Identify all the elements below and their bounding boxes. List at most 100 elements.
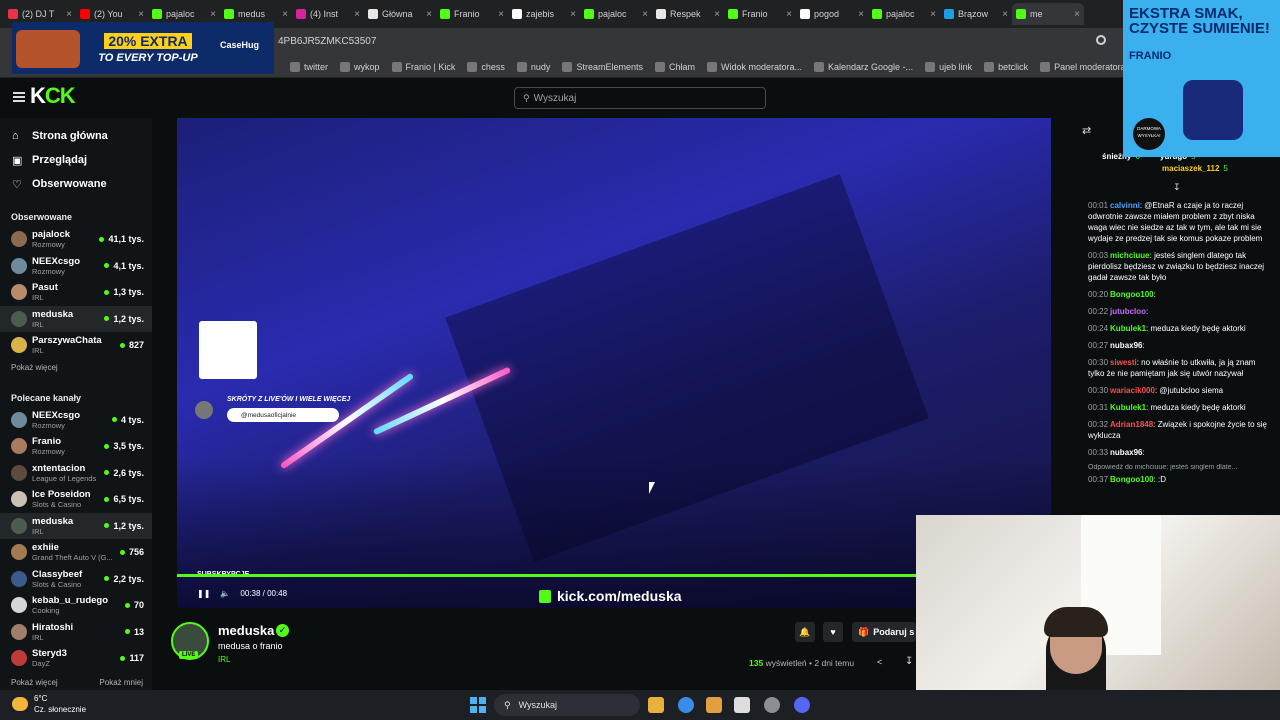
close-icon[interactable]: × bbox=[570, 9, 576, 20]
franio-ad[interactable]: EKSTRA SMAK, CZYSTE SUMIENIE! FRANIO DAR… bbox=[1123, 0, 1280, 157]
search-input[interactable]: ⚲ Wyszukaj bbox=[514, 87, 766, 109]
close-icon[interactable]: × bbox=[354, 9, 360, 20]
start-button[interactable] bbox=[470, 697, 486, 713]
close-icon[interactable]: × bbox=[1002, 9, 1008, 20]
chat-username[interactable]: Bongoo100 bbox=[1110, 475, 1154, 484]
bookmark-item[interactable]: Widok moderatora... bbox=[706, 61, 802, 72]
close-icon[interactable]: × bbox=[426, 9, 432, 20]
close-icon[interactable]: × bbox=[858, 9, 864, 20]
kick-logo[interactable]: KCK bbox=[30, 83, 76, 109]
browser-tab[interactable]: pajaloc × bbox=[868, 3, 940, 25]
bookmark-item[interactable]: nudy bbox=[516, 61, 550, 72]
close-icon[interactable]: × bbox=[210, 9, 216, 20]
browser-tab[interactable]: pajaloc × bbox=[580, 3, 652, 25]
bookmark-item[interactable]: Chłam bbox=[654, 61, 695, 72]
browser-tab[interactable]: Franio × bbox=[724, 3, 796, 25]
sidebar-channel-exhiie[interactable]: exhiie Grand Theft Auto V (G... 756 bbox=[0, 539, 152, 566]
chat-username[interactable]: siwesti bbox=[1110, 358, 1137, 367]
chat-username[interactable]: Kubulek1 bbox=[1110, 324, 1146, 333]
sidebar-channel-xntentacion[interactable]: xntentacion League of Legends 2,6 tys. bbox=[0, 460, 152, 487]
sidebar-channel-parszywachata[interactable]: ParszywaChata IRL 827 bbox=[0, 332, 152, 359]
sidebar-channel-steryd3[interactable]: Steryd3 DayZ 117 bbox=[0, 645, 152, 672]
file-explorer-icon[interactable] bbox=[648, 697, 664, 713]
casehug-ad-banner[interactable]: 20% EXTRA TO EVERY TOP-UP CaseHug bbox=[12, 22, 274, 74]
download-icon[interactable]: ↧ bbox=[905, 656, 913, 667]
channel-name[interactable]: meduska bbox=[218, 623, 274, 638]
bookmark-item[interactable]: Franio | Kick bbox=[391, 61, 455, 72]
category-link[interactable]: IRL bbox=[218, 655, 230, 664]
bookmark-item[interactable]: ujeb link bbox=[925, 61, 972, 72]
pause-icon[interactable]: ❚❚ bbox=[197, 589, 210, 598]
follow-heart-button[interactable]: ♥ bbox=[823, 622, 843, 642]
chat-username[interactable]: nubax96 bbox=[1110, 341, 1142, 350]
url-text[interactable]: 4PB6JR5ZMKC53507 bbox=[278, 36, 376, 47]
nav-item[interactable]: ♡ Obserwowane bbox=[0, 172, 152, 196]
chat-username[interactable]: nubax96 bbox=[1110, 448, 1142, 457]
sidebar-channel-hiratoshi[interactable]: Hiratoshi IRL 13 bbox=[0, 619, 152, 646]
close-icon[interactable]: × bbox=[498, 9, 504, 20]
app-icon[interactable] bbox=[706, 697, 722, 713]
close-icon[interactable]: × bbox=[930, 9, 936, 20]
close-icon[interactable]: × bbox=[66, 9, 72, 20]
discord-icon[interactable] bbox=[794, 697, 810, 713]
bookmark-item[interactable]: wykop bbox=[340, 61, 380, 72]
browser-tab[interactable]: Franio × bbox=[436, 3, 508, 25]
show-less-recommended[interactable]: Pokaż mniej bbox=[99, 678, 143, 687]
sidebar-channel-neexcsgo[interactable]: NEEXcsgo Rozmowy 4,1 tys. bbox=[0, 253, 152, 280]
bookmark-item[interactable]: twitter bbox=[290, 61, 328, 72]
viewer-count-value: 41,1 tys. bbox=[108, 234, 144, 245]
chat-username[interactable]: jutubcloo bbox=[1110, 307, 1146, 316]
sidebar-channel-meduska[interactable]: meduska IRL 1,2 tys. bbox=[0, 305, 152, 332]
show-more-recommended[interactable]: Pokaż więcej bbox=[11, 678, 58, 687]
close-icon[interactable]: × bbox=[714, 9, 720, 20]
collapse-chat-icon[interactable]: ⇄ bbox=[1082, 124, 1091, 137]
sidebar-channel-meduska[interactable]: meduska IRL 1,2 tys. bbox=[0, 512, 152, 539]
bookmark-item[interactable]: chess bbox=[467, 61, 505, 72]
sidebar-channel-pasut[interactable]: Pasut IRL 1,3 tys. bbox=[0, 279, 152, 306]
browser-tab[interactable]: Respek × bbox=[652, 3, 724, 25]
close-icon[interactable]: × bbox=[138, 9, 144, 20]
browser-tab[interactable]: pogod × bbox=[796, 3, 868, 25]
hamburger-menu-icon[interactable] bbox=[13, 92, 25, 102]
sidebar-channel-pajalock[interactable]: pajalock Rozmowy 41,1 tys. bbox=[0, 226, 152, 253]
show-more-followed[interactable]: Pokaż więcej bbox=[0, 363, 152, 377]
chat-username[interactable]: wariacik000 bbox=[1110, 386, 1155, 395]
notifications-bell-button[interactable]: 🔔 bbox=[795, 622, 815, 642]
close-icon[interactable]: × bbox=[642, 9, 648, 20]
tab-favicon-icon bbox=[800, 9, 810, 19]
browser-tab[interactable]: Brązow × bbox=[940, 3, 1012, 25]
chrome-icon[interactable] bbox=[678, 697, 694, 713]
chat-username[interactable]: michciuue bbox=[1110, 251, 1150, 260]
close-icon[interactable]: × bbox=[1074, 9, 1080, 20]
browser-tab[interactable]: me × bbox=[1012, 3, 1084, 25]
nav-item[interactable]: ⌂ Strona główna bbox=[0, 124, 152, 148]
chat-message: 00:37 Bongoo100: :D bbox=[1076, 474, 1280, 485]
browser-tab[interactable]: zajebis × bbox=[508, 3, 580, 25]
close-icon[interactable]: × bbox=[786, 9, 792, 20]
chat-username[interactable]: Kubulek1 bbox=[1110, 403, 1146, 412]
browser-tab[interactable]: (4) Inst × bbox=[292, 3, 364, 25]
bookmark-item[interactable]: StreamElements bbox=[562, 61, 643, 72]
nav-item[interactable]: ▣ Przeglądaj bbox=[0, 148, 152, 172]
chat-username[interactable]: calvinni bbox=[1110, 201, 1140, 210]
chat-username[interactable]: Adrian1848 bbox=[1110, 420, 1153, 429]
volume-icon[interactable]: 🔈 bbox=[220, 589, 230, 598]
share-icon[interactable]: < bbox=[877, 657, 882, 667]
pin-icon[interactable]: ↧ bbox=[1173, 182, 1181, 193]
chat-username[interactable]: Bongoo100 bbox=[1110, 290, 1154, 299]
sidebar-channel-ice poseidon[interactable]: Ice Poseidon Slots & Casino 6,5 tys. bbox=[0, 486, 152, 513]
gift-sub-button[interactable]: 🎁 Podaruj s bbox=[852, 622, 916, 642]
search-icon[interactable] bbox=[1096, 35, 1106, 45]
sidebar-channel-kebab_u_rudego[interactable]: kebab_u_rudego Cooking 70 bbox=[0, 592, 152, 619]
sidebar-channel-neexcsgo[interactable]: NEEXcsgo Rozmowy 4 tys. bbox=[0, 407, 152, 434]
taskbar-search[interactable]: ⚲ Wyszukaj bbox=[494, 694, 640, 716]
weather-widget[interactable]: 6°C Cz. słonecznie bbox=[12, 693, 86, 715]
browser-tab[interactable]: Główna × bbox=[364, 3, 436, 25]
close-icon[interactable]: × bbox=[282, 9, 288, 20]
bookmark-item[interactable]: betclick bbox=[984, 61, 1028, 72]
bookmark-item[interactable]: Kalendarz Google -... bbox=[814, 61, 913, 72]
sidebar-channel-franio[interactable]: Franio Rozmowy 3,5 tys. bbox=[0, 433, 152, 460]
app-icon[interactable] bbox=[734, 697, 750, 713]
settings-icon[interactable] bbox=[764, 697, 780, 713]
sidebar-channel-classybeef[interactable]: Classybeef Slots & Casino 2,2 tys. bbox=[0, 566, 152, 593]
